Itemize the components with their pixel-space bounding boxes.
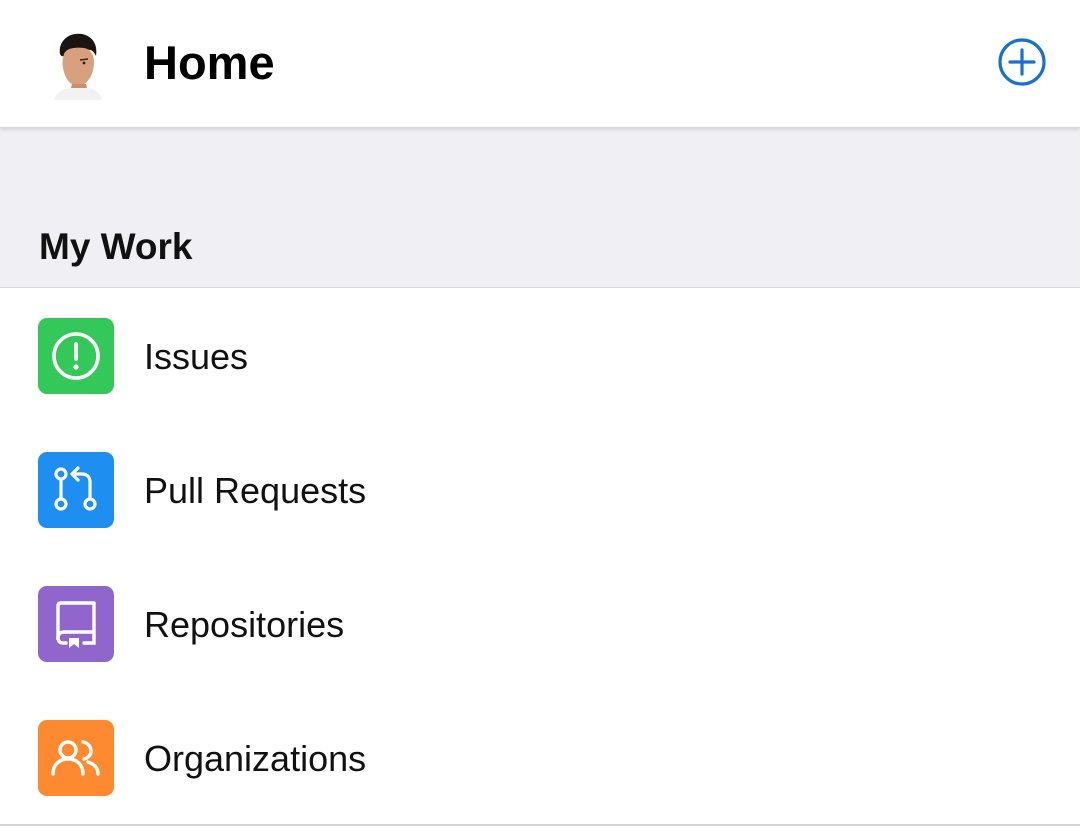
pull-request-icon: [38, 452, 114, 528]
list-item-label: Repositories: [144, 604, 345, 645]
my-work-list: Issues Pull Requests Repositories Organi…: [0, 289, 1080, 826]
user-avatar[interactable]: [50, 30, 102, 100]
plus-circle-icon: [998, 38, 1046, 86]
page-title: Home: [144, 36, 275, 89]
list-item-pull-requests[interactable]: Pull Requests: [0, 423, 1080, 557]
list-item-label: Issues: [144, 336, 249, 377]
repository-icon: [38, 586, 114, 662]
organization-icon: [38, 720, 114, 796]
add-button[interactable]: [997, 37, 1047, 87]
list-item-label: Pull Requests: [144, 470, 367, 511]
issue-icon: [38, 318, 114, 394]
section-title: My Work: [39, 226, 193, 267]
list-item-label: Organizations: [144, 738, 367, 779]
app-screen: Home My Work Issues Pull Requests Reposi…: [0, 0, 1080, 827]
list-item-issues[interactable]: Issues: [0, 289, 1080, 423]
avatar-image: [54, 33, 102, 100]
list-item-repositories[interactable]: Repositories: [0, 557, 1080, 691]
divider: [0, 824, 1080, 826]
nav-header: Home: [0, 0, 1080, 128]
list-item-organizations[interactable]: Organizations: [0, 691, 1080, 825]
